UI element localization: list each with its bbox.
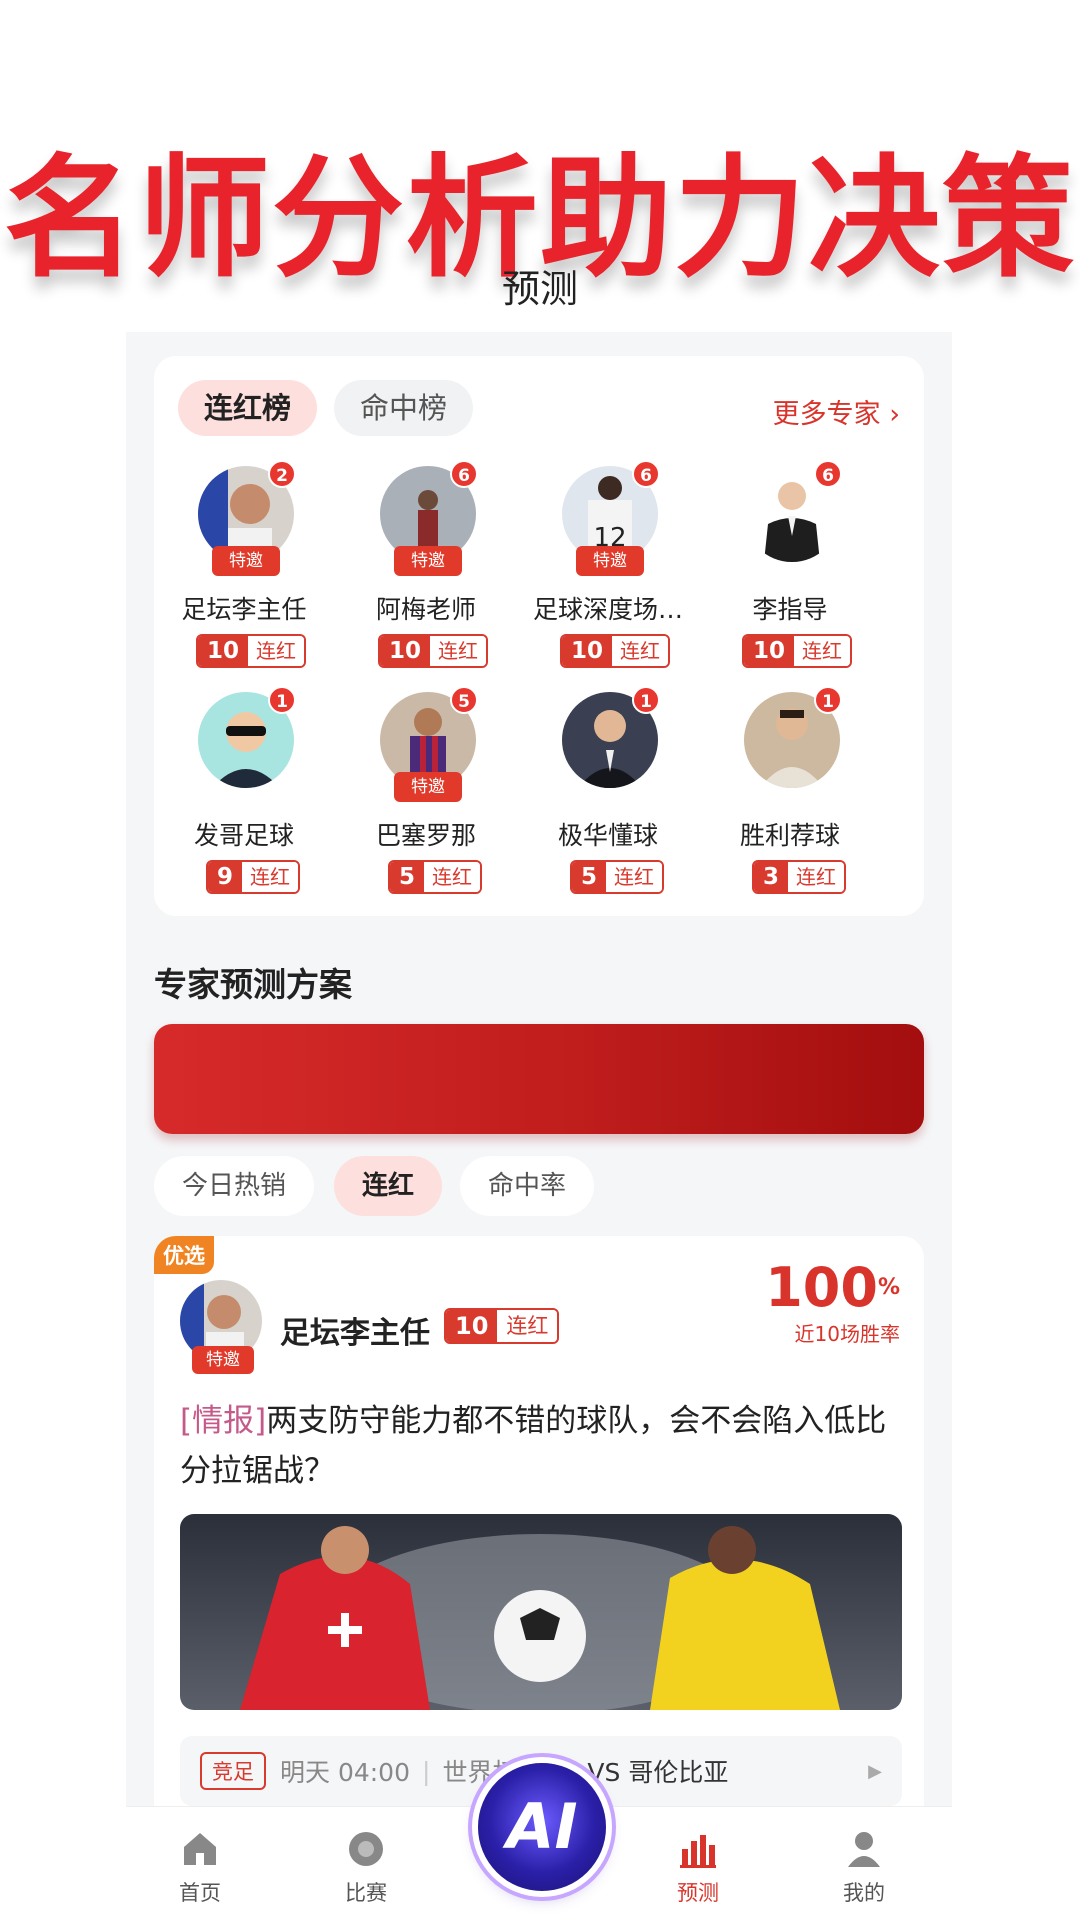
count-badge: 6 xyxy=(814,460,842,488)
count-badge: 1 xyxy=(632,686,660,714)
app-screen: 连红榜 命中榜 更多专家 › 2 特邀 足坛李主任 10 连红 6 特邀 阿梅老师… xyxy=(126,332,952,1920)
streak-count: 3 xyxy=(754,862,789,892)
match-time: 明天 04:00 xyxy=(280,1758,410,1787)
expert-item[interactable]: 1 发哥足球 9 连红 xyxy=(156,686,332,902)
competition-type: 竞足 xyxy=(200,1752,266,1790)
streak-count: 9 xyxy=(208,862,243,892)
streak-badge: 10 连红 xyxy=(196,634,307,668)
filter-streak[interactable]: 连红 xyxy=(334,1156,443,1216)
expert-name: 足球深度场… xyxy=(532,595,683,624)
invite-tag: 特邀 xyxy=(394,772,462,802)
streak-badge: 10 连红 xyxy=(742,634,853,668)
streak-count: 5 xyxy=(572,862,607,892)
streak-count: 10 xyxy=(380,636,431,666)
pick-tag: 优选 xyxy=(154,1236,214,1274)
leaderboard-card: 连红榜 命中榜 更多专家 › 2 特邀 足坛李主任 10 连红 6 特邀 阿梅老师… xyxy=(154,356,924,916)
play-arrow-icon: ▶ xyxy=(868,1760,882,1782)
count-badge: 6 xyxy=(632,460,660,488)
nav-label: 预测 xyxy=(677,1881,719,1905)
tab-hit-board[interactable]: 命中榜 xyxy=(334,380,474,436)
expert-name: 巴塞罗那 xyxy=(375,821,476,850)
chevron-right-icon: › xyxy=(880,399,900,430)
streak-label: 连红 xyxy=(788,862,845,892)
win-rate: 100% 近10场胜率 xyxy=(765,1258,900,1347)
expert-name: 李指导 xyxy=(752,595,828,624)
streak-label: 连红 xyxy=(248,636,305,666)
count-badge: 6 xyxy=(450,460,478,488)
win-rate-unit: % xyxy=(877,1275,900,1300)
streak-label: 连红 xyxy=(242,862,299,892)
invite-tag: 特邀 xyxy=(212,546,280,576)
streak-count: 10 xyxy=(198,636,249,666)
section-title: 专家预测方案 xyxy=(154,965,352,1004)
expert-item[interactable]: 2 特邀 足坛李主任 10 连红 xyxy=(156,460,332,676)
promo-banner[interactable] xyxy=(154,1024,924,1134)
expert-item[interactable]: 5 特邀 巴塞罗那 5 连红 xyxy=(338,686,514,902)
filter-hot-sales[interactable]: 今日热销 xyxy=(154,1156,315,1216)
streak-badge: 5 连红 xyxy=(570,860,665,894)
invite-tag: 特邀 xyxy=(394,546,462,576)
divider: | xyxy=(422,1756,431,1786)
match-image xyxy=(180,1514,902,1710)
prediction-keyword: [情报] xyxy=(180,1403,267,1439)
streak-badge: 5 连红 xyxy=(388,860,483,894)
expert-item[interactable]: 1 极华懂球 5 连红 xyxy=(520,686,696,902)
expert-item[interactable]: 1 胜利荐球 3 连红 xyxy=(702,686,878,902)
win-rate-label: 近10场胜率 xyxy=(794,1322,900,1346)
expert-name: 足坛李主任 xyxy=(280,1316,430,1351)
streak-label: 连红 xyxy=(612,636,669,666)
invite-tag: 特邀 xyxy=(192,1346,254,1374)
prediction-text: [情报]两支防守能力都不错的球队，会不会陷入低比分拉锯战？ xyxy=(180,1396,900,1496)
streak-label: 连红 xyxy=(794,636,851,666)
streak-label: 连红 xyxy=(430,636,487,666)
count-badge: 1 xyxy=(814,686,842,714)
streak-label: 连红 xyxy=(424,862,481,892)
streak-badge: 10 连红 xyxy=(378,634,489,668)
ball-icon xyxy=(349,1832,383,1866)
user-icon xyxy=(848,1832,880,1867)
streak-count: 10 xyxy=(744,636,795,666)
streak-badge: 3 连红 xyxy=(752,860,847,894)
expert-name: 极华懂球 xyxy=(557,821,658,850)
nav-home[interactable]: 首页 xyxy=(140,1827,260,1907)
filter-hit-rate[interactable]: 命中率 xyxy=(460,1156,595,1216)
nav-label: 我的 xyxy=(843,1881,885,1905)
count-badge: 5 xyxy=(450,686,478,714)
streak-badge: 10 连红 xyxy=(444,1308,560,1344)
home-icon xyxy=(184,1833,216,1865)
bar-chart-icon xyxy=(680,1835,716,1868)
nav-profile[interactable]: 我的 xyxy=(804,1827,924,1907)
streak-label: 连红 xyxy=(497,1310,558,1342)
page-title: 预测 xyxy=(501,267,578,311)
expert-item[interactable]: 6 特邀 阿梅老师 10 连红 xyxy=(338,460,514,676)
prediction-body: 两支防守能力都不错的球队，会不会陷入低比分拉锯战？ xyxy=(180,1403,887,1489)
expert-name: 阿梅老师 xyxy=(375,595,476,624)
streak-count: 5 xyxy=(390,862,425,892)
more-experts-label: 更多专家 xyxy=(772,399,881,430)
count-badge: 1 xyxy=(268,686,296,714)
more-experts-link[interactable]: 更多专家 › xyxy=(773,392,900,431)
bottom-nav: 首页 比赛 AI 预测 我的 xyxy=(126,1763,952,1920)
streak-label: 连红 xyxy=(606,862,663,892)
nav-prediction[interactable]: 预测 xyxy=(638,1827,758,1907)
streak-badge: 9 连红 xyxy=(206,860,301,894)
nav-matches[interactable]: 比赛 xyxy=(306,1827,426,1907)
ai-assistant-button[interactable]: AI xyxy=(478,1763,606,1891)
count-badge: 2 xyxy=(268,460,296,488)
expert-name: 发哥足球 xyxy=(193,821,294,850)
nav-label: 比赛 xyxy=(345,1881,387,1905)
expert-name: 足坛李主任 xyxy=(181,595,307,624)
win-rate-value: 100 xyxy=(765,1256,878,1319)
invite-tag: 特邀 xyxy=(576,546,644,576)
expert-name: 胜利荐球 xyxy=(739,821,840,850)
expert-item[interactable]: 6 李指导 10 连红 xyxy=(702,460,878,676)
streak-badge: 10 连红 xyxy=(560,634,671,668)
expert-item[interactable]: 12 6 特邀 足球深度场… 10 连红 xyxy=(520,460,696,676)
streak-count: 10 xyxy=(562,636,613,666)
nav-label: 首页 xyxy=(179,1881,221,1905)
streak-count: 10 xyxy=(446,1310,498,1342)
tab-streak-board[interactable]: 连红榜 xyxy=(178,380,318,436)
